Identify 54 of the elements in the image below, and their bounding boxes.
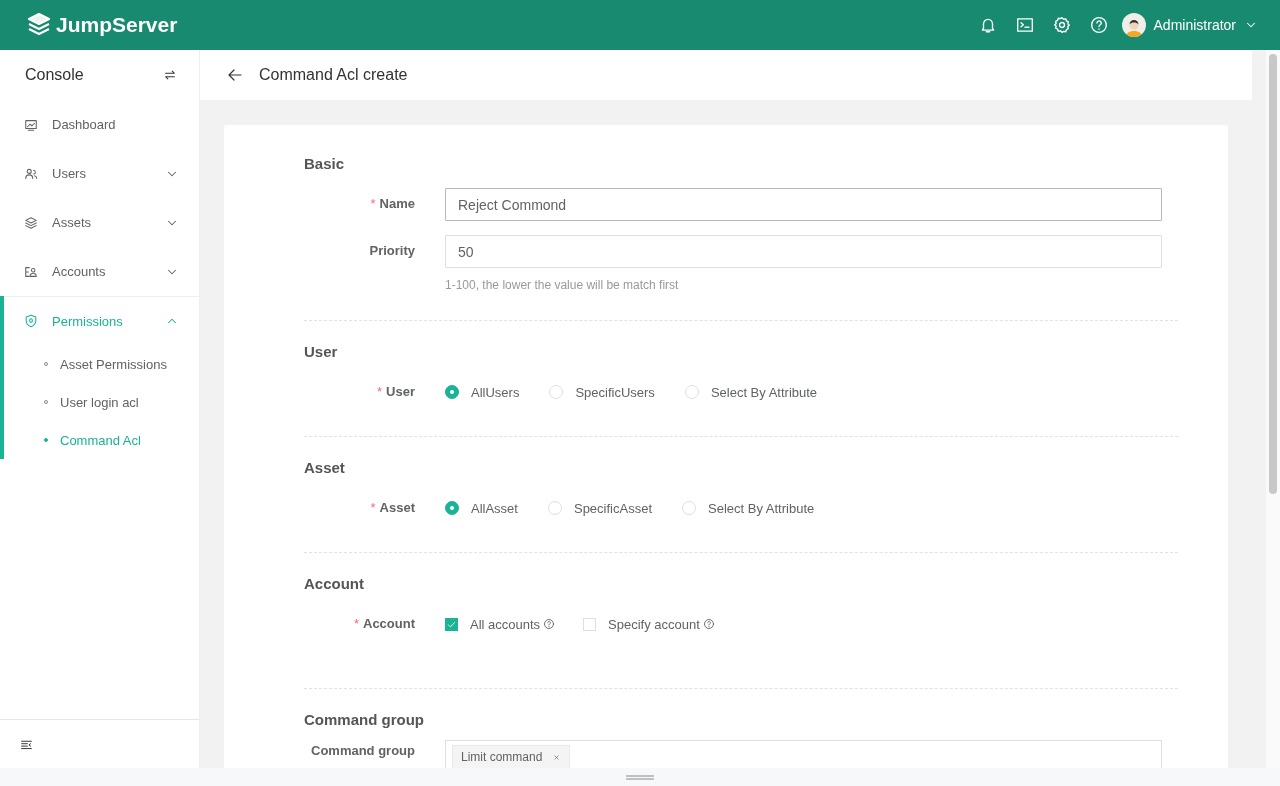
- section-title: Asset: [304, 459, 346, 476]
- users-icon: [24, 166, 38, 181]
- sidebar-subitem[interactable]: Asset Permissions: [4, 345, 199, 383]
- contacts-icon: [24, 264, 38, 279]
- required-mark: *: [377, 384, 383, 399]
- logo[interactable]: JumpServer: [26, 12, 178, 38]
- scrollbar[interactable]: [1269, 54, 1277, 494]
- console-title: Console: [25, 66, 84, 84]
- switch-icon: [163, 68, 177, 82]
- label-text: Account: [363, 616, 415, 631]
- layers-icon: [24, 215, 38, 230]
- radio-label[interactable]: AllAsset: [471, 500, 518, 516]
- radio-label[interactable]: SpecificUsers: [575, 384, 655, 400]
- checkbox-label[interactable]: All accounts: [470, 616, 541, 632]
- section-title: Command group: [304, 711, 425, 728]
- sidebar-item[interactable]: Users: [0, 149, 199, 198]
- label-text: Priority: [369, 243, 415, 258]
- tag: Limit command: [452, 745, 571, 768]
- sidebar-item[interactable]: Assets: [0, 198, 199, 247]
- help-icon: [1089, 16, 1108, 34]
- settings-icon: [1052, 16, 1071, 34]
- required-mark: *: [370, 500, 376, 515]
- page-title: Command Acl create: [259, 66, 408, 84]
- required-mark: *: [353, 616, 359, 631]
- text-field[interactable]: 50: [445, 235, 1162, 268]
- text-field[interactable]: Reject Commond: [445, 188, 1162, 221]
- radio-button[interactable]: [445, 385, 459, 399]
- monitor-icon: [24, 117, 38, 132]
- user-name[interactable]: Administrator: [1153, 17, 1236, 33]
- shield-icon: [24, 314, 38, 328]
- help-text: 1-100, the lower the value will be match first: [445, 278, 680, 292]
- label-text: User: [386, 384, 415, 399]
- label-text: Name: [379, 196, 415, 211]
- terminal-icon: [1015, 16, 1034, 34]
- drag-handle-icon[interactable]: [626, 774, 654, 780]
- section-title: User: [304, 343, 339, 360]
- checkbox-label[interactable]: Specify account: [608, 616, 700, 632]
- radio-label[interactable]: AllUsers: [471, 384, 520, 400]
- radio-button[interactable]: [445, 501, 459, 515]
- avatar[interactable]: [1121, 13, 1146, 37]
- required-mark: *: [370, 196, 376, 211]
- sidebar-item[interactable]: Dashboard: [0, 100, 199, 149]
- sidebar-item[interactable]: Accounts: [0, 247, 199, 296]
- radio-label[interactable]: SpecificAsset: [573, 500, 652, 516]
- back-arrow-icon: [227, 67, 243, 83]
- section-title: Basic: [304, 155, 346, 172]
- radio-label[interactable]: Select By Attribute: [710, 384, 818, 400]
- label-text: Command group: [311, 743, 415, 758]
- sidebar-subitem[interactable]: User login acl: [4, 383, 199, 421]
- label-text: Asset: [379, 500, 415, 515]
- section-title: Account: [304, 575, 365, 592]
- checkbox[interactable]: [445, 617, 458, 631]
- radio-label[interactable]: Select By Attribute: [708, 500, 815, 516]
- close-icon: [552, 752, 562, 762]
